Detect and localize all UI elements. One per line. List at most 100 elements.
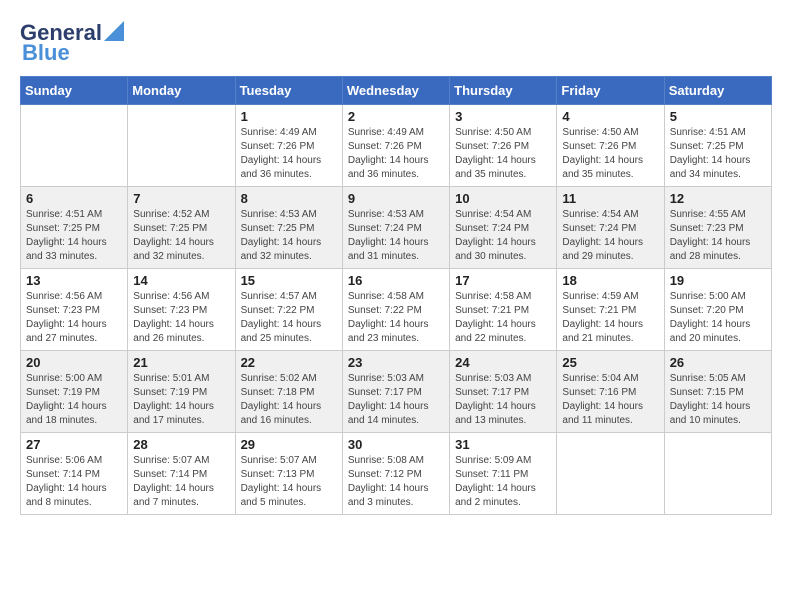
day-number: 19 (670, 273, 766, 288)
calendar-week-row: 27 Sunrise: 5:06 AM Sunset: 7:14 PM Dayli… (21, 433, 772, 515)
weekday-header-cell: Friday (557, 77, 664, 105)
calendar-day-cell: 10 Sunrise: 4:54 AM Sunset: 7:24 PM Dayli… (450, 187, 557, 269)
day-info: Sunrise: 4:57 AM Sunset: 7:22 PM Dayligh… (241, 290, 337, 346)
calendar-day-cell (664, 433, 771, 515)
day-info: Sunrise: 5:00 AM Sunset: 7:19 PM Dayligh… (26, 372, 122, 428)
calendar-day-cell: 11Sunrise: 4:54 AM Sunset: 7:24 PM Dayli… (557, 187, 664, 269)
logo: General Blue (20, 20, 124, 66)
calendar-day-cell: 12Sunrise: 4:55 AM Sunset: 7:23 PM Dayli… (664, 187, 771, 269)
weekday-header-cell: Saturday (664, 77, 771, 105)
day-info: Sunrise: 5:02 AM Sunset: 7:18 PM Dayligh… (241, 372, 337, 428)
day-number: 31 (455, 437, 551, 452)
day-info: Sunrise: 4:56 AM Sunset: 7:23 PM Dayligh… (133, 290, 229, 346)
weekday-header-cell: Wednesday (342, 77, 449, 105)
calendar-day-cell: 24Sunrise: 5:03 AM Sunset: 7:17 PM Dayli… (450, 351, 557, 433)
weekday-header-cell: Thursday (450, 77, 557, 105)
calendar-day-cell: 13Sunrise: 4:56 AM Sunset: 7:23 PM Dayli… (21, 269, 128, 351)
day-info: Sunrise: 4:51 AM Sunset: 7:25 PM Dayligh… (670, 126, 766, 182)
calendar-day-cell: 22 Sunrise: 5:02 AM Sunset: 7:18 PM Dayli… (235, 351, 342, 433)
day-number: 23 (348, 355, 444, 370)
day-number: 21 (133, 355, 229, 370)
day-info: Sunrise: 5:07 AM Sunset: 7:14 PM Dayligh… (133, 454, 229, 510)
day-info: Sunrise: 4:54 AM Sunset: 7:24 PM Dayligh… (455, 208, 551, 264)
calendar-day-cell: 8 Sunrise: 4:53 AM Sunset: 7:25 PM Daylig… (235, 187, 342, 269)
day-number: 20 (26, 355, 122, 370)
day-number: 22 (241, 355, 337, 370)
day-info: Sunrise: 4:58 AM Sunset: 7:22 PM Dayligh… (348, 290, 444, 346)
day-number: 10 (455, 191, 551, 206)
day-info: Sunrise: 5:08 AM Sunset: 7:12 PM Dayligh… (348, 454, 444, 510)
calendar-day-cell: 30 Sunrise: 5:08 AM Sunset: 7:12 PM Dayli… (342, 433, 449, 515)
calendar-day-cell: 7 Sunrise: 4:52 AM Sunset: 7:25 PM Daylig… (128, 187, 235, 269)
day-info: Sunrise: 4:55 AM Sunset: 7:23 PM Dayligh… (670, 208, 766, 264)
day-number: 3 (455, 109, 551, 124)
day-number: 29 (241, 437, 337, 452)
day-info: Sunrise: 5:01 AM Sunset: 7:19 PM Dayligh… (133, 372, 229, 428)
calendar-day-cell: 3 Sunrise: 4:50 AM Sunset: 7:26 PM Daylig… (450, 105, 557, 187)
calendar-day-cell: 16 Sunrise: 4:58 AM Sunset: 7:22 PM Dayli… (342, 269, 449, 351)
calendar-day-cell: 21 Sunrise: 5:01 AM Sunset: 7:19 PM Dayli… (128, 351, 235, 433)
day-number: 5 (670, 109, 766, 124)
day-info: Sunrise: 5:04 AM Sunset: 7:16 PM Dayligh… (562, 372, 658, 428)
calendar-day-cell: 15 Sunrise: 4:57 AM Sunset: 7:22 PM Dayli… (235, 269, 342, 351)
logo-arrow-icon (104, 21, 124, 41)
weekday-header-row: SundayMondayTuesdayWednesdayThursdayFrid… (21, 77, 772, 105)
calendar-week-row: 6Sunrise: 4:51 AM Sunset: 7:25 PM Daylig… (21, 187, 772, 269)
calendar-day-cell (21, 105, 128, 187)
day-info: Sunrise: 4:49 AM Sunset: 7:26 PM Dayligh… (348, 126, 444, 182)
calendar-body: 1Sunrise: 4:49 AM Sunset: 7:26 PM Daylig… (21, 105, 772, 515)
day-number: 18 (562, 273, 658, 288)
day-info: Sunrise: 5:07 AM Sunset: 7:13 PM Dayligh… (241, 454, 337, 510)
day-info: Sunrise: 4:53 AM Sunset: 7:24 PM Dayligh… (348, 208, 444, 264)
calendar-day-cell: 23 Sunrise: 5:03 AM Sunset: 7:17 PM Dayli… (342, 351, 449, 433)
calendar-day-cell: 14Sunrise: 4:56 AM Sunset: 7:23 PM Dayli… (128, 269, 235, 351)
calendar-day-cell: 4 Sunrise: 4:50 AM Sunset: 7:26 PM Daylig… (557, 105, 664, 187)
calendar-week-row: 13Sunrise: 4:56 AM Sunset: 7:23 PM Dayli… (21, 269, 772, 351)
day-info: Sunrise: 4:49 AM Sunset: 7:26 PM Dayligh… (241, 126, 337, 182)
calendar-day-cell: 20 Sunrise: 5:00 AM Sunset: 7:19 PM Dayli… (21, 351, 128, 433)
calendar-week-row: 20 Sunrise: 5:00 AM Sunset: 7:19 PM Dayli… (21, 351, 772, 433)
calendar-day-cell: 18 Sunrise: 4:59 AM Sunset: 7:21 PM Dayli… (557, 269, 664, 351)
day-number: 27 (26, 437, 122, 452)
calendar-day-cell: 17Sunrise: 4:58 AM Sunset: 7:21 PM Dayli… (450, 269, 557, 351)
day-info: Sunrise: 5:03 AM Sunset: 7:17 PM Dayligh… (348, 372, 444, 428)
calendar-day-cell: 25Sunrise: 5:04 AM Sunset: 7:16 PM Dayli… (557, 351, 664, 433)
calendar-day-cell: 9 Sunrise: 4:53 AM Sunset: 7:24 PM Daylig… (342, 187, 449, 269)
weekday-header-cell: Tuesday (235, 77, 342, 105)
calendar-day-cell: 28Sunrise: 5:07 AM Sunset: 7:14 PM Dayli… (128, 433, 235, 515)
calendar-day-cell: 2Sunrise: 4:49 AM Sunset: 7:26 PM Daylig… (342, 105, 449, 187)
day-number: 7 (133, 191, 229, 206)
calendar-day-cell: 29 Sunrise: 5:07 AM Sunset: 7:13 PM Dayli… (235, 433, 342, 515)
day-info: Sunrise: 5:05 AM Sunset: 7:15 PM Dayligh… (670, 372, 766, 428)
day-info: Sunrise: 5:06 AM Sunset: 7:14 PM Dayligh… (26, 454, 122, 510)
day-number: 24 (455, 355, 551, 370)
weekday-header-cell: Sunday (21, 77, 128, 105)
page-header: General Blue (20, 20, 772, 66)
day-info: Sunrise: 4:53 AM Sunset: 7:25 PM Dayligh… (241, 208, 337, 264)
day-info: Sunrise: 4:59 AM Sunset: 7:21 PM Dayligh… (562, 290, 658, 346)
day-number: 15 (241, 273, 337, 288)
calendar-day-cell (557, 433, 664, 515)
day-number: 30 (348, 437, 444, 452)
calendar-day-cell: 6Sunrise: 4:51 AM Sunset: 7:25 PM Daylig… (21, 187, 128, 269)
day-number: 4 (562, 109, 658, 124)
logo-blue: Blue (22, 40, 70, 66)
day-number: 6 (26, 191, 122, 206)
day-info: Sunrise: 4:52 AM Sunset: 7:25 PM Dayligh… (133, 208, 229, 264)
calendar-day-cell: 1Sunrise: 4:49 AM Sunset: 7:26 PM Daylig… (235, 105, 342, 187)
day-info: Sunrise: 4:50 AM Sunset: 7:26 PM Dayligh… (562, 126, 658, 182)
day-info: Sunrise: 4:56 AM Sunset: 7:23 PM Dayligh… (26, 290, 122, 346)
calendar-day-cell: 27 Sunrise: 5:06 AM Sunset: 7:14 PM Dayli… (21, 433, 128, 515)
day-number: 9 (348, 191, 444, 206)
day-number: 11 (562, 191, 658, 206)
day-info: Sunrise: 4:50 AM Sunset: 7:26 PM Dayligh… (455, 126, 551, 182)
day-number: 16 (348, 273, 444, 288)
calendar-day-cell: 26 Sunrise: 5:05 AM Sunset: 7:15 PM Dayli… (664, 351, 771, 433)
calendar-table: SundayMondayTuesdayWednesdayThursdayFrid… (20, 76, 772, 515)
calendar-week-row: 1Sunrise: 4:49 AM Sunset: 7:26 PM Daylig… (21, 105, 772, 187)
calendar-day-cell (128, 105, 235, 187)
day-number: 8 (241, 191, 337, 206)
calendar-day-cell: 31 Sunrise: 5:09 AM Sunset: 7:11 PM Dayli… (450, 433, 557, 515)
day-number: 26 (670, 355, 766, 370)
day-info: Sunrise: 5:09 AM Sunset: 7:11 PM Dayligh… (455, 454, 551, 510)
